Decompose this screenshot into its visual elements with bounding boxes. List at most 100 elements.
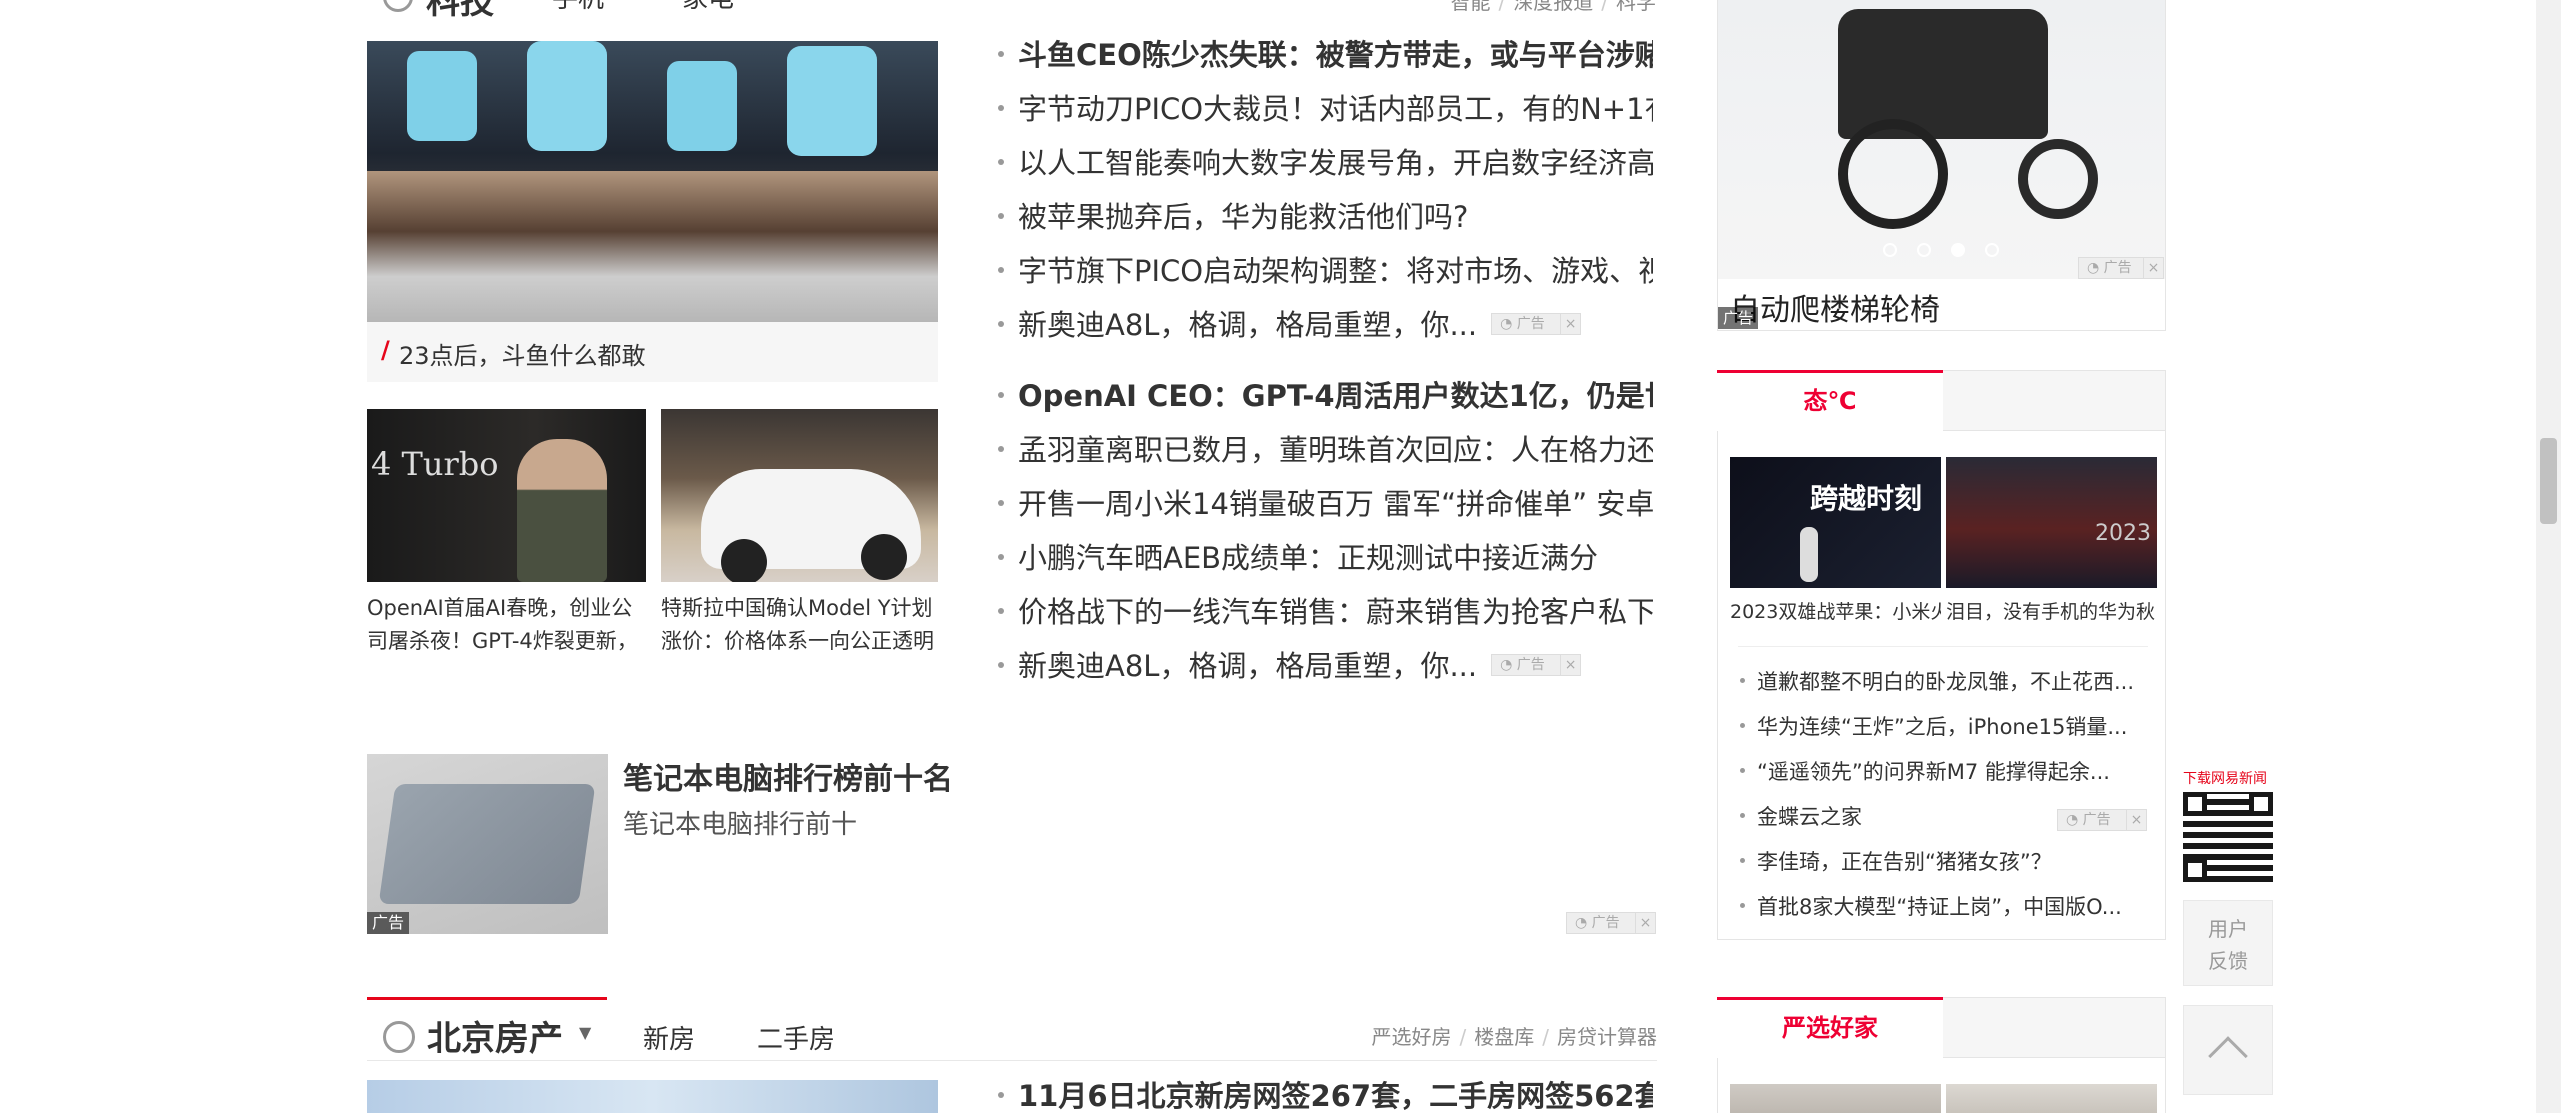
news-link[interactable]: 新奥迪A8L，格调，格局重塑，你... — [1018, 308, 1477, 342]
news-link[interactable]: 被苹果抛弃后，华为能救活他们吗? — [1018, 200, 1468, 234]
bullet-dot — [998, 554, 1004, 560]
small-card-image-openai[interactable]: 4 Turbo — [367, 409, 646, 582]
news-item[interactable]: 被苹果抛弃后，华为能救活他们吗? — [998, 197, 1653, 237]
news-link[interactable]: 以人工智能奏响大数字发展号角，开启数字经济高... — [1018, 146, 1653, 180]
link-property-db[interactable]: 楼盘库 — [1474, 1025, 1534, 1049]
qr-download[interactable]: 下载网易新闻 — [2183, 768, 2273, 888]
tai-image-caption[interactable]: 泪目，没有手机的华为秋 — [1946, 597, 2157, 624]
list-link[interactable]: “遥遥领先”的问界新M7 能撑得起余... — [1757, 760, 2110, 784]
small-card-caption-openai[interactable]: OpenAI首届AI春晚，创业公司屠杀夜！GPT-4炸裂更新， — [367, 592, 649, 658]
tai-image-huawei[interactable]: 2023 — [1946, 457, 2157, 588]
tab-new-house[interactable]: 新房 — [643, 1019, 695, 1056]
yanxuan-image[interactable] — [1730, 1084, 1941, 1113]
list-item[interactable]: 道歉都整不明白的卧龙凤雏，不止花西... — [1740, 662, 2140, 702]
ad-tag: ◔ 广告 × — [1566, 912, 1656, 934]
ad-tag-label: 广告 — [2082, 812, 2111, 828]
tab-yanxuan[interactable]: 严选好家 — [1717, 997, 1943, 1058]
qr-corner — [2183, 858, 2207, 882]
scrollbar-track[interactable] — [2536, 0, 2561, 1113]
feature-caption-bar[interactable]: / 23点后，斗鱼什么都敢 — [367, 322, 938, 382]
news-link[interactable]: OpenAI CEO：GPT-4周活用户数达1亿，仍是世... — [1018, 379, 1653, 413]
link-smart[interactable]: 智能 — [1451, 0, 1491, 14]
ad-tag-label: 广告 — [1591, 915, 1620, 931]
news-link[interactable]: 新奥迪A8L，格调，格局重塑，你... — [1018, 649, 1477, 683]
carousel-dot[interactable] — [1883, 243, 1897, 257]
back-to-top-button[interactable] — [2183, 1005, 2273, 1095]
house-section-title[interactable]: 北京房产 — [427, 1011, 563, 1060]
ad-close-icon[interactable]: × — [1560, 314, 1580, 334]
news-link[interactable]: 字节动刀PICO大裁员！对话内部员工，有的N+1有... — [1018, 92, 1653, 126]
link-selected-house[interactable]: 严选好房 — [1372, 1025, 1452, 1049]
news-item[interactable]: 价格战下的一线汽车销售：蔚来销售为抢客户私下... — [998, 592, 1653, 632]
bullet-dot — [998, 159, 1004, 165]
news-link[interactable]: 价格战下的一线汽车销售：蔚来销售为抢客户私下... — [1018, 595, 1653, 629]
laptop-ad-title[interactable]: 笔记本电脑排行榜前十名 — [623, 754, 953, 798]
news-item[interactable]: 11月6日北京新房网签267套，二手房网签562套 — [998, 1076, 1653, 1113]
ad-icon: ◔ — [2087, 260, 2104, 276]
laptop-ad-subtitle[interactable]: 笔记本电脑排行前十 — [623, 804, 857, 841]
list-item-ad[interactable]: 金蝶云之家 ◔ 广告 × — [1740, 797, 2160, 837]
presenter-figure — [1800, 527, 1818, 582]
chevron-down-icon[interactable]: ▼ — [579, 1023, 591, 1042]
news-item[interactable]: OpenAI CEO：GPT-4周活用户数达1亿，仍是世... — [998, 376, 1653, 416]
tab-second-hand[interactable]: 二手房 — [757, 1019, 835, 1056]
feature-image[interactable] — [367, 41, 938, 322]
tai-image-xiaomi[interactable]: 跨越时刻 — [1730, 457, 1941, 588]
news-item[interactable]: 小鹏汽车晒AEB成绩单：正规测试中接近满分 — [998, 538, 1653, 578]
carousel-dot[interactable] — [1917, 243, 1931, 257]
news-link[interactable]: 开售一周小米14销量破百万 雷军“拼命催单” 安卓... — [1018, 487, 1653, 521]
ad-close-icon[interactable]: × — [1635, 913, 1655, 933]
bullet-dot — [998, 608, 1004, 614]
tech-section-title[interactable]: 科技 — [426, 0, 494, 23]
tab-tai[interactable]: 态℃ — [1717, 370, 1943, 431]
bullet-dot — [998, 51, 1004, 57]
laptop-ad-image[interactable]: 广告 — [367, 754, 608, 934]
news-item[interactable]: 字节旗下PICO启动架构调整：将对市场、游戏、视... — [998, 251, 1653, 291]
list-link[interactable]: 道歉都整不明白的卧龙凤雏，不止花西... — [1757, 670, 2134, 694]
yanxuan-image[interactable] — [1946, 1084, 2157, 1113]
link-science[interactable]: 科学 — [1616, 0, 1656, 14]
news-link[interactable]: 小鹏汽车晒AEB成绩单：正规测试中接近满分 — [1018, 541, 1598, 575]
list-item[interactable]: “遥遥领先”的问界新M7 能撑得起余... — [1740, 752, 2140, 792]
tai-image-caption[interactable]: 2023双雄战苹果：小米火 — [1730, 597, 1941, 624]
small-card-image-tesla[interactable] — [661, 409, 938, 582]
feedback-button[interactable]: 用户 反馈 — [2183, 900, 2273, 986]
wheelchair-ad-caption[interactable]: 自动爬楼梯轮椅 — [1730, 285, 1940, 329]
list-link[interactable]: 华为连续“王炸”之后，iPhone15销量... — [1757, 715, 2127, 739]
carousel-dots[interactable] — [1883, 243, 2043, 259]
small-card-caption-tesla[interactable]: 特斯拉中国确认Model Y计划涨价：价格体系一向公正透明 — [661, 592, 941, 658]
link-separator: / — [1542, 1025, 1549, 1049]
news-link[interactable]: 11月6日北京新房网签267套，二手房网签562套 — [1018, 1079, 1653, 1113]
house-feature-image[interactable] — [367, 1080, 938, 1113]
news-item[interactable]: 以人工智能奏响大数字发展号角，开启数字经济高... — [998, 143, 1653, 183]
scrollbar-thumb[interactable] — [2540, 438, 2557, 524]
news-item[interactable]: 字节动刀PICO大裁员！对话内部员工，有的N+1有... — [998, 89, 1653, 129]
carousel-dot[interactable] — [1985, 243, 1999, 257]
list-item[interactable]: 李佳琦，正在告别“猪猪女孩”？ — [1740, 842, 2140, 882]
news-link[interactable]: 斗鱼CEO陈少杰失联：被警方带走，或与平台涉赌... — [1018, 38, 1653, 72]
news-item-ad[interactable]: 新奥迪A8L，格调，格局重塑，你... ◔ 广告 × — [998, 305, 1653, 345]
list-link[interactable]: 首批8家大模型“持证上岗”，中国版O... — [1757, 895, 2122, 919]
link-deep-report[interactable]: 深度报道 — [1513, 0, 1593, 14]
list-link[interactable]: 李佳琦，正在告别“猪猪女孩”？ — [1757, 850, 2052, 874]
list-link[interactable]: 金蝶云之家 — [1757, 805, 1862, 829]
tai-image-overlay-text: 跨越时刻 — [1810, 482, 1923, 515]
tab-appliance[interactable]: 家电 — [682, 0, 734, 15]
news-item[interactable]: 孟羽童离职已数月，董明珠首次回应：人在格力还... — [998, 430, 1653, 470]
carousel-dot-active[interactable] — [1951, 243, 1965, 257]
ad-close-icon[interactable]: × — [2143, 258, 2163, 278]
link-mortgage-calc[interactable]: 房贷计算器 — [1557, 1025, 1657, 1049]
news-item[interactable]: 斗鱼CEO陈少杰失联：被警方带走，或与平台涉赌... — [998, 35, 1653, 75]
ad-close-icon[interactable]: × — [2126, 810, 2146, 830]
qr-corner — [2249, 792, 2273, 816]
news-link[interactable]: 孟羽童离职已数月，董明珠首次回应：人在格力还... — [1018, 433, 1653, 467]
list-item[interactable]: 首批8家大模型“持证上岗”，中国版O... — [1740, 887, 2140, 927]
wheelchair-ad[interactable]: ◔ 广告 × 自动爬楼梯轮椅 广告 — [1717, 0, 2166, 331]
news-link[interactable]: 字节旗下PICO启动架构调整：将对市场、游戏、视... — [1018, 254, 1653, 288]
news-item[interactable]: 开售一周小米14销量破百万 雷军“拼命催单” 安卓... — [998, 484, 1653, 524]
list-item[interactable]: 华为连续“王炸”之后，iPhone15销量... — [1740, 707, 2140, 747]
news-item-ad[interactable]: 新奥迪A8L，格调，格局重塑，你... ◔ 广告 × — [998, 646, 1653, 686]
tab-phone[interactable]: 手机 — [552, 0, 604, 15]
ad-close-icon[interactable]: × — [1560, 655, 1580, 675]
feature-caption[interactable]: 23点后，斗鱼什么都敢 — [399, 336, 646, 371]
